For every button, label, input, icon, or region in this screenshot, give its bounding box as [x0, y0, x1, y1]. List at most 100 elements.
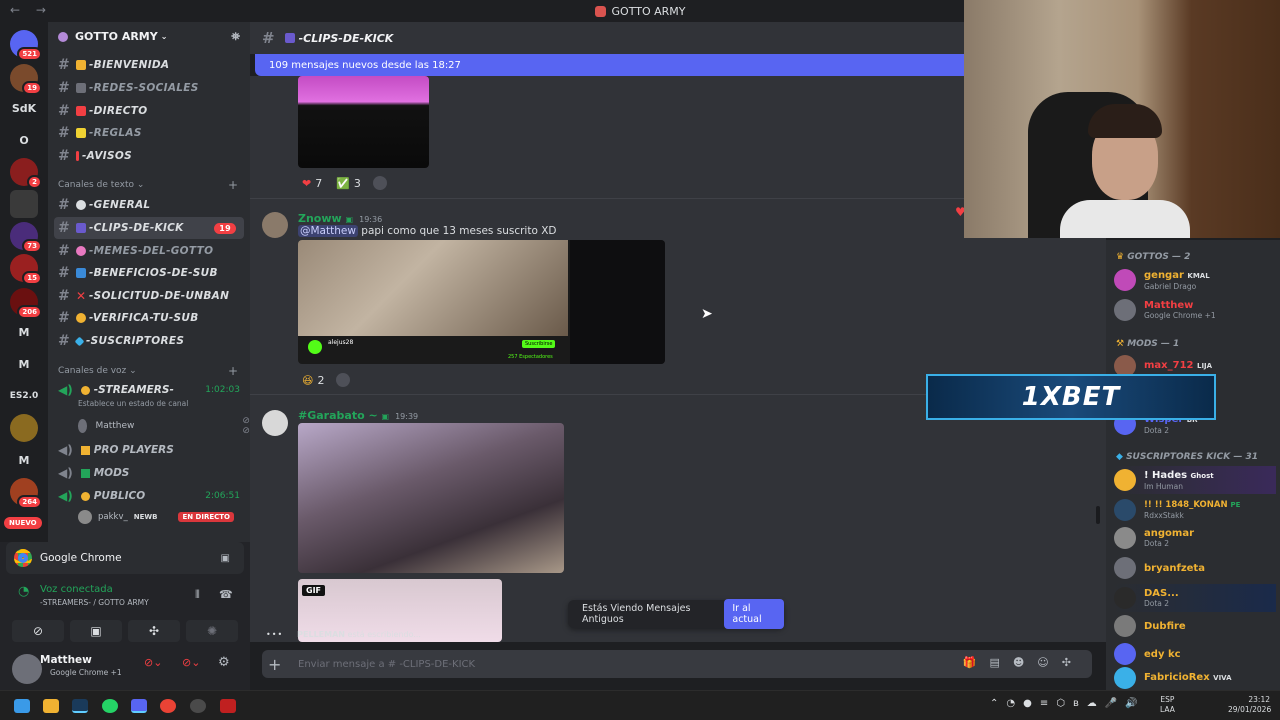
keyboard-language[interactable]: ESP LAA	[1160, 695, 1175, 715]
server-icon-dm[interactable]: 521	[10, 30, 42, 61]
channel-beneficios[interactable]: # -BENEFICIOS-DE-SUB	[48, 262, 250, 284]
upload-plus-icon[interactable]: +	[268, 655, 281, 674]
voice-channel-publico[interactable]: ◀) PUBLICO 2:06:51	[48, 485, 250, 507]
voice-channel-link[interactable]: -STREAMERS- / GOTTO ARMY	[40, 598, 149, 607]
server-header[interactable]: GOTTO ARMY ⌄ ⛯	[58, 30, 240, 43]
add-friend-icon[interactable]: ⛯	[231, 30, 240, 44]
channel-clips-de-kick[interactable]: # -CLIPS-DE-KICK 19	[54, 217, 244, 239]
activities-button[interactable]: ✣	[128, 620, 180, 642]
clip-embed[interactable]: alejus28 Suscribirse 257 Espectadores	[298, 240, 665, 364]
share-screen-button[interactable]: ▣	[70, 620, 122, 642]
server-icon[interactable]: M	[10, 318, 38, 346]
channel-avisos[interactable]: # -AVISOS	[48, 145, 250, 167]
add-channel-icon[interactable]: +	[228, 364, 238, 378]
jump-to-present-button[interactable]: Ir al actual	[724, 599, 784, 629]
voice-status[interactable]: Voz conectada	[40, 584, 113, 595]
video-embed[interactable]	[298, 423, 564, 573]
server-icon[interactable]: 2	[10, 158, 42, 189]
steam-icon[interactable]	[72, 699, 88, 713]
channel-memes[interactable]: # -MEMES-DEL-GOTTO	[48, 240, 250, 262]
voice-user[interactable]: Matthew ⊘ ⊘	[78, 416, 250, 436]
server-icon[interactable]: 264	[10, 478, 42, 509]
chrome-icon[interactable]	[160, 699, 176, 713]
check-icon[interactable]: ✅	[336, 177, 350, 190]
app-icon[interactable]	[220, 699, 236, 713]
username[interactable]: Matthew	[40, 654, 92, 666]
new-messages-bar[interactable]: 109 mensajes nuevos desde las 18:27	[255, 54, 964, 76]
channel-directo[interactable]: # -DIRECTO	[48, 100, 250, 122]
mic-muted-icon[interactable]: ⊘⌄	[144, 656, 162, 669]
channel-reglas[interactable]: # -REGLAS	[48, 122, 250, 144]
member-item[interactable]: angomar Dota 2	[1114, 524, 1276, 552]
sub-badge-icon: ▣	[345, 215, 354, 224]
add-reaction-icon[interactable]	[372, 176, 387, 190]
voice-channel-mods[interactable]: ◀) MODS	[48, 462, 250, 484]
member-item[interactable]: bryanfzeta	[1114, 554, 1276, 582]
server-icon[interactable]: O	[10, 126, 38, 154]
headphones-muted-icon[interactable]: ⊘⌄	[182, 656, 200, 669]
member-item[interactable]: !! !! 1848_KONAN PE RdxxStakk	[1114, 496, 1276, 524]
server-icon[interactable]: ES2.0	[10, 382, 39, 410]
channel-suscriptores[interactable]: # -SUSCRIPTORES	[48, 330, 250, 352]
channel-general[interactable]: # -GENERAL	[48, 194, 250, 216]
category-voice[interactable]: Canales de voz ⌄ +	[58, 364, 238, 378]
composer-actions-icon[interactable]: 🎁▤☻☺✣	[963, 656, 1084, 669]
voice-channel-pro-players[interactable]: ◀) PRO PLAYERS	[48, 439, 250, 461]
camera-off-button[interactable]: ⊘	[12, 620, 64, 642]
add-channel-icon[interactable]: +	[228, 178, 238, 192]
mention[interactable]: @Matthew	[298, 225, 358, 237]
user-avatar[interactable]	[12, 654, 42, 684]
clock[interactable]: 23:12 29/01/2026	[1228, 695, 1271, 715]
channel-redes[interactable]: # -REDES-SOCIALES	[48, 77, 250, 99]
server-icon[interactable]	[10, 190, 38, 218]
message-author[interactable]: Znoww ▣ 19:36	[298, 212, 382, 225]
video-embed[interactable]	[298, 76, 429, 168]
server-icon[interactable]: 73	[10, 222, 42, 253]
member-item[interactable]: gengar KMAL Gabriel Drago	[1114, 266, 1276, 294]
member-item[interactable]: FabricioRex VIVA	[1114, 664, 1276, 690]
stream-panel[interactable]: Google Chrome ▣	[6, 542, 244, 574]
avatar	[308, 340, 322, 354]
hash-icon: #	[58, 288, 71, 304]
nav-arrows[interactable]: ← →	[10, 3, 52, 17]
channel-verifica[interactable]: # -VERIFICA-TU-SUB	[48, 307, 250, 329]
server-icon[interactable]: M	[10, 446, 38, 474]
windows-start-icon[interactable]	[14, 699, 30, 713]
channel-status[interactable]: Establece un estado de canal	[78, 399, 188, 408]
heart-icon[interactable]: ❤	[302, 177, 311, 190]
channel-bienvenida[interactable]: # -BIENVENIDA	[48, 54, 250, 76]
channel-unban[interactable]: # ✕ -SOLICITUD-DE-UNBAN	[48, 285, 250, 307]
obs-icon[interactable]	[190, 699, 206, 713]
message-author[interactable]: #Garabato ~ ▣ 19:39	[298, 409, 418, 422]
screen-share-icon[interactable]: ▣	[221, 553, 230, 564]
hash-icon: #	[58, 243, 71, 259]
whatsapp-icon[interactable]	[102, 699, 118, 713]
server-icon[interactable]: M	[10, 350, 38, 378]
server-icon[interactable]	[10, 414, 38, 442]
avatar[interactable]	[262, 410, 288, 436]
avatar[interactable]	[262, 212, 288, 238]
server-icon[interactable]: 15	[10, 254, 42, 285]
member-item[interactable]: ! Hades Ghost Im Human	[1114, 466, 1276, 494]
member-item[interactable]: DAS... Dota 2	[1114, 584, 1276, 612]
voice-user[interactable]: pakkv_ NEWB EN DIRECTO	[78, 510, 240, 524]
settings-gear-icon[interactable]: ⚙	[218, 655, 230, 670]
add-reaction-icon[interactable]	[336, 373, 351, 387]
discord-icon[interactable]	[131, 699, 147, 713]
member-item[interactable]: Dubfire	[1114, 612, 1276, 640]
message-input[interactable]: + Enviar mensaje a # -CLIPS-DE-KICK 🎁▤☻☺…	[262, 650, 1092, 678]
avatar	[1114, 299, 1136, 321]
server-icon[interactable]: 206	[10, 288, 42, 319]
tray-icons[interactable]: ⌃◔●≡⬡ʙ☁🎤🔊	[990, 698, 1146, 709]
laugh-icon[interactable]: 😆	[302, 374, 313, 387]
server-icon[interactable]: 19	[10, 64, 42, 95]
scrollbar-thumb[interactable]	[1096, 506, 1100, 524]
file-explorer-icon[interactable]	[43, 699, 59, 713]
noise-suppression-icon[interactable]: ⦀	[195, 588, 200, 602]
category-text[interactable]: Canales de texto ⌄ +	[58, 178, 238, 192]
soundboard-button[interactable]: ✺	[186, 620, 238, 642]
member-item[interactable]: Matthew Google Chrome +1	[1114, 296, 1276, 324]
server-icon[interactable]: SdK	[10, 94, 38, 122]
voice-channel-streamers[interactable]: ◀) -STREAMERS- 1:02:03	[48, 379, 250, 401]
disconnect-icon[interactable]: ☎	[219, 588, 233, 601]
